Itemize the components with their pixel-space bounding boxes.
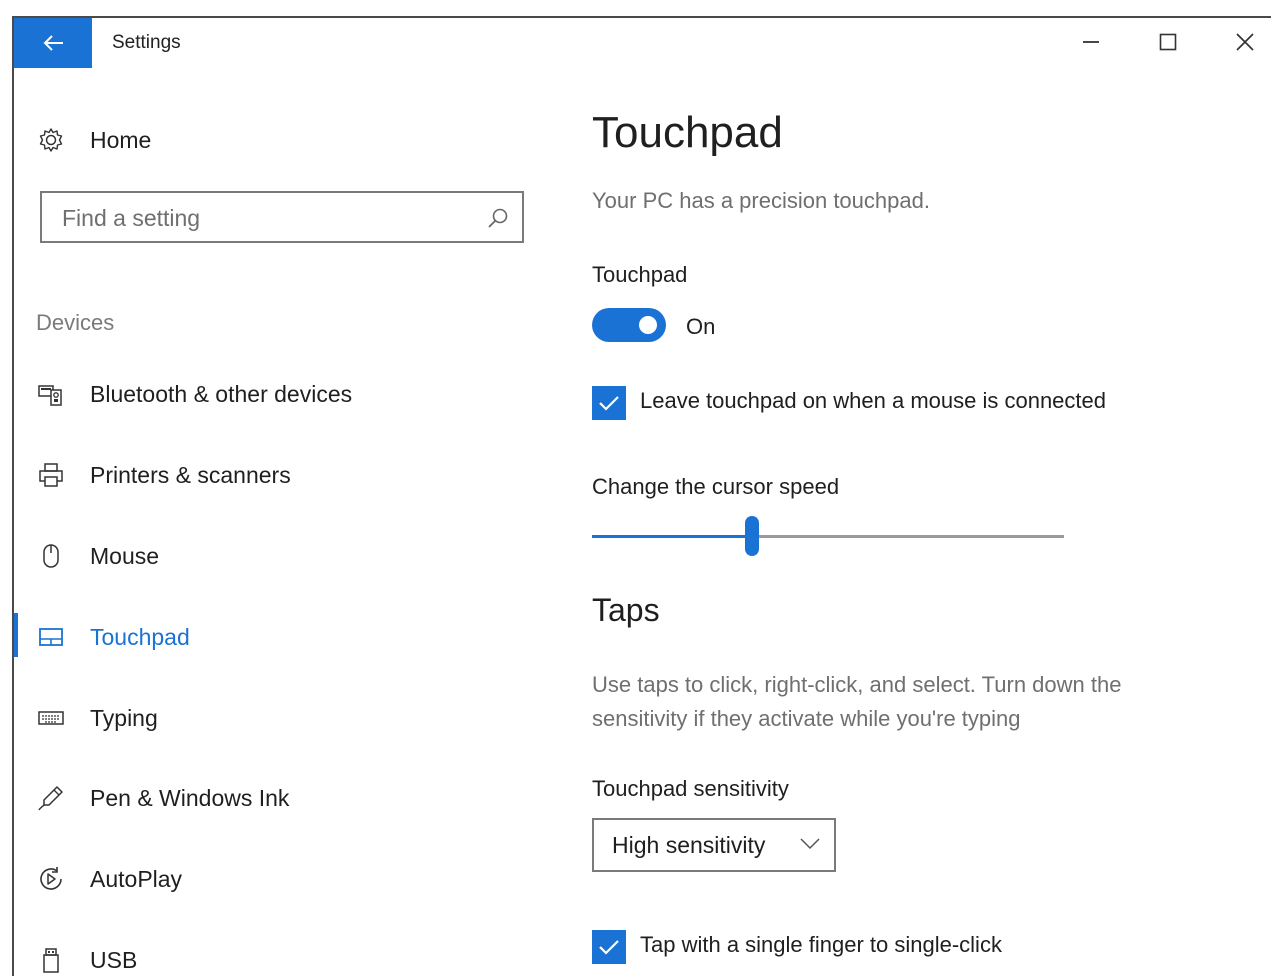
maximize-icon [1159, 33, 1177, 51]
single-tap-label: Tap with a single finger to single-click [640, 932, 1002, 957]
printer-icon [36, 460, 66, 490]
top-strip [0, 0, 1271, 16]
touchpad-toggle-label: Touchpad [592, 262, 688, 287]
nav-home[interactable]: Home [36, 122, 151, 158]
gear-icon [36, 125, 66, 155]
devices-group-label: Devices [36, 310, 115, 335]
minimize-icon [1083, 41, 1099, 43]
touchpad-toggle[interactable] [592, 308, 666, 342]
usb-icon [36, 945, 66, 975]
close-button[interactable] [1222, 24, 1268, 60]
taps-heading: Taps [592, 592, 660, 628]
single-tap-checkbox[interactable] [592, 930, 626, 964]
taps-description-line-1: Use taps to click, right-click, and sele… [592, 672, 1122, 697]
close-icon [1236, 33, 1254, 51]
window-title: Settings [112, 32, 181, 53]
pen-icon [36, 783, 66, 813]
sensitivity-dropdown[interactable]: High sensitivity [592, 818, 836, 872]
chevron-down-icon [800, 838, 820, 850]
settings-window: Settings Home Devices [12, 16, 1271, 976]
title-bar: Settings [14, 18, 1271, 68]
sidebar-item-mouse[interactable]: Mouse [36, 536, 516, 576]
taps-description-line-2: sensitivity if they activate while you'r… [592, 706, 1021, 731]
sidebar-item-label: Touchpad [90, 623, 190, 650]
touchpad-icon [36, 622, 66, 652]
sidebar-item-printers[interactable]: Printers & scanners [36, 455, 516, 495]
cursor-speed-slider-thumb[interactable] [745, 516, 759, 556]
page-subtitle: Your PC has a precision touchpad. [592, 188, 930, 213]
mouse-icon [36, 541, 66, 571]
sensitivity-label: Touchpad sensitivity [592, 776, 789, 801]
toggle-state-text: On [686, 314, 716, 339]
search-box[interactable] [40, 191, 524, 243]
bluetooth-devices-icon [36, 379, 66, 409]
sidebar-item-label: Mouse [90, 542, 160, 569]
sensitivity-dropdown-value: High sensitivity [612, 831, 766, 858]
sidebar-item-label: Pen & Windows Ink [90, 784, 290, 811]
checkmark-icon [599, 396, 619, 411]
leave-touchpad-on-label: Leave touchpad on when a mouse is connec… [640, 388, 1106, 413]
active-indicator [14, 613, 18, 657]
taps-description: Use taps to click, right-click, and sele… [592, 668, 1232, 736]
nav-home-label: Home [90, 126, 152, 153]
sidebar-item-usb[interactable]: USB [36, 940, 516, 980]
sidebar-item-typing[interactable]: Typing [36, 698, 516, 738]
back-button[interactable] [14, 18, 92, 68]
sidebar-item-label: AutoPlay [90, 865, 183, 892]
search-icon [488, 208, 508, 228]
sidebar-item-pen[interactable]: Pen & Windows Ink [36, 778, 516, 818]
sidebar-item-autoplay[interactable]: AutoPlay [36, 859, 516, 899]
sidebar-item-label: USB [90, 946, 138, 973]
autoplay-icon [36, 864, 66, 894]
sidebar-item-touchpad[interactable]: Touchpad [36, 617, 516, 657]
sidebar-item-label: Printers & scanners [90, 461, 291, 488]
page-title: Touchpad [592, 108, 783, 157]
minimize-button[interactable] [1068, 24, 1114, 60]
search-input[interactable] [60, 201, 484, 235]
sidebar-item-bluetooth[interactable]: Bluetooth & other devices [36, 374, 516, 414]
sidebar-item-label: Bluetooth & other devices [90, 380, 353, 407]
keyboard-icon [36, 703, 66, 733]
sidebar-item-label: Typing [90, 704, 158, 731]
leave-touchpad-on-checkbox[interactable] [592, 386, 626, 420]
maximize-button[interactable] [1145, 24, 1191, 60]
checkmark-icon [599, 940, 619, 955]
toggle-knob [639, 316, 657, 334]
cursor-speed-slider-fill [592, 535, 752, 538]
back-arrow-icon [43, 35, 63, 51]
cursor-speed-label: Change the cursor speed [592, 474, 840, 499]
